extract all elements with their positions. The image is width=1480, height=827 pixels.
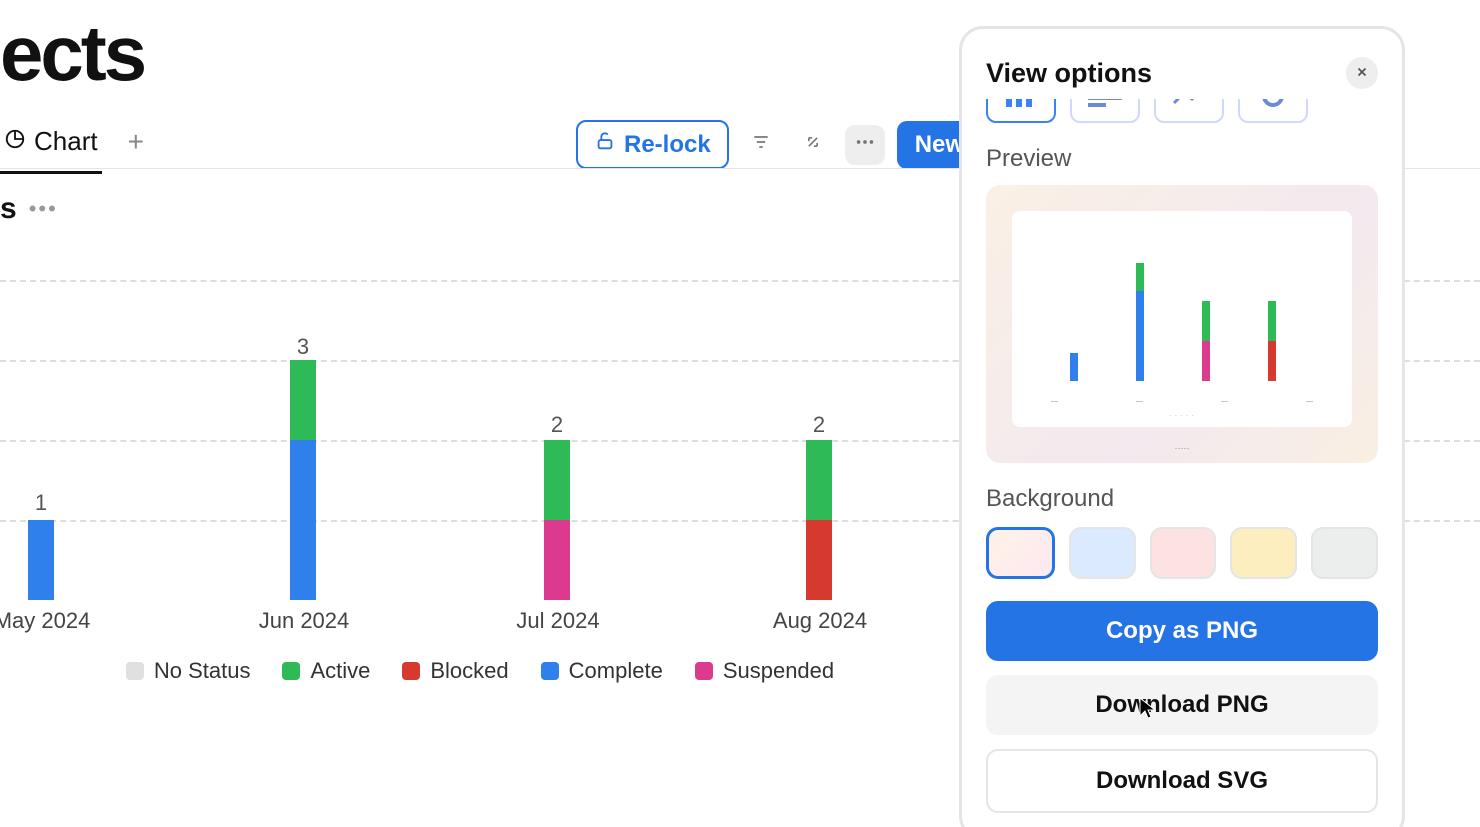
chart-bar-jul[interactable] (544, 440, 570, 600)
legend-label: Blocked (430, 658, 508, 684)
chart-type-line[interactable] (1154, 99, 1224, 123)
mini-bar (1136, 263, 1144, 291)
x-axis-label: May 2024 (0, 608, 90, 634)
legend-item-no-status[interactable]: No Status (126, 658, 251, 684)
line-chart-icon (1172, 99, 1206, 112)
legend-item-blocked[interactable]: Blocked (402, 658, 508, 684)
filter-button[interactable] (741, 125, 781, 165)
bar-chart-icon (1004, 99, 1038, 112)
legend-swatch (541, 662, 559, 680)
tab-chart[interactable]: Chart (0, 120, 102, 174)
chart-type-donut[interactable] (1238, 99, 1308, 123)
donut-chart-icon (1260, 99, 1286, 114)
mini-bar (1202, 301, 1210, 341)
download-svg-button[interactable]: Download SVG (986, 749, 1378, 813)
chart-bar-aug[interactable] (806, 440, 832, 600)
view-options-panel: View options Preview (959, 26, 1405, 827)
filter-icon (751, 132, 771, 157)
segment-suspended (544, 520, 570, 600)
background-option-yellow[interactable] (1230, 527, 1297, 579)
more-options-button[interactable] (845, 125, 885, 165)
mini-bar (1202, 341, 1210, 381)
mini-legend: · · · · · (1012, 413, 1352, 419)
background-option-gray[interactable] (1311, 527, 1378, 579)
legend-label: No Status (154, 658, 251, 684)
chart-subtitle-more-button[interactable]: ••• (29, 196, 58, 222)
download-svg-label: Download SVG (1096, 767, 1268, 794)
x-axis-label: Aug 2024 (773, 608, 867, 634)
legend-swatch (695, 662, 713, 680)
ellipsis-icon (854, 131, 876, 158)
mouse-cursor-icon (1138, 696, 1158, 725)
legend-swatch (126, 662, 144, 680)
legend-swatch (402, 662, 420, 680)
download-png-label: Download PNG (1095, 691, 1268, 718)
mini-bar (1268, 301, 1276, 341)
segment-active (544, 440, 570, 520)
background-section-label: Background (986, 485, 1378, 513)
legend-item-active[interactable]: Active (282, 658, 370, 684)
copy-png-button[interactable]: Copy as PNG (986, 601, 1378, 661)
background-option-gradient[interactable] (986, 527, 1055, 579)
segment-complete (290, 440, 316, 600)
plus-icon: + (128, 126, 144, 157)
segment-blocked (806, 520, 832, 600)
expand-button[interactable] (793, 125, 833, 165)
horizontal-bar-icon (1088, 99, 1122, 112)
mini-bar (1070, 353, 1078, 381)
mini-bar (1268, 341, 1276, 381)
legend-label: Suspended (723, 658, 834, 684)
close-icon (1355, 63, 1369, 84)
chart-type-vertical-bar[interactable] (986, 99, 1056, 123)
mini-x-labels: ———— (1012, 398, 1352, 405)
chart-bar-jun[interactable] (290, 360, 316, 600)
legend-swatch (282, 662, 300, 680)
chart-type-horizontal-bar[interactable] (1070, 99, 1140, 123)
legend-label: Active (310, 658, 370, 684)
add-view-button[interactable]: + (118, 126, 154, 168)
segment-complete (28, 520, 54, 600)
bar-total-label: 1 (11, 490, 71, 516)
segment-active (806, 440, 832, 520)
bar-total-label: 2 (789, 412, 849, 438)
relock-button[interactable]: Re-lock (576, 120, 729, 169)
bar-total-label: 3 (273, 334, 333, 360)
copy-png-label: Copy as PNG (1106, 617, 1258, 644)
legend-label: Complete (569, 658, 663, 684)
chart-subtitle-fragment: s (0, 192, 17, 226)
panel-title: View options (986, 58, 1152, 89)
x-axis-label: Jul 2024 (516, 608, 599, 634)
tab-label: Chart (34, 126, 98, 157)
unlock-icon (594, 130, 616, 159)
mini-bar (1136, 291, 1144, 381)
close-button[interactable] (1346, 57, 1378, 89)
chart-bar-may[interactable] (28, 520, 54, 600)
preview-thumbnail: ———— · · · · · ····· (986, 185, 1378, 463)
expand-diagonal-icon (803, 132, 823, 157)
new-button-label: New (915, 131, 964, 158)
background-option-pink[interactable] (1150, 527, 1217, 579)
segment-active (290, 360, 316, 440)
x-axis-label: Jun 2024 (259, 608, 350, 634)
preview-section-label: Preview (986, 145, 1378, 173)
page-title: ects (0, 8, 144, 99)
bar-total-label: 2 (527, 412, 587, 438)
background-option-blue[interactable] (1069, 527, 1136, 579)
chart-legend: No Status Active Blocked Complete Suspen… (0, 658, 960, 684)
legend-item-complete[interactable]: Complete (541, 658, 663, 684)
pie-chart-icon (4, 126, 26, 157)
legend-item-suspended[interactable]: Suspended (695, 658, 834, 684)
relock-label: Re-lock (624, 131, 711, 159)
download-png-button[interactable]: Download PNG (986, 675, 1378, 735)
preview-caption: ····· (986, 443, 1378, 453)
